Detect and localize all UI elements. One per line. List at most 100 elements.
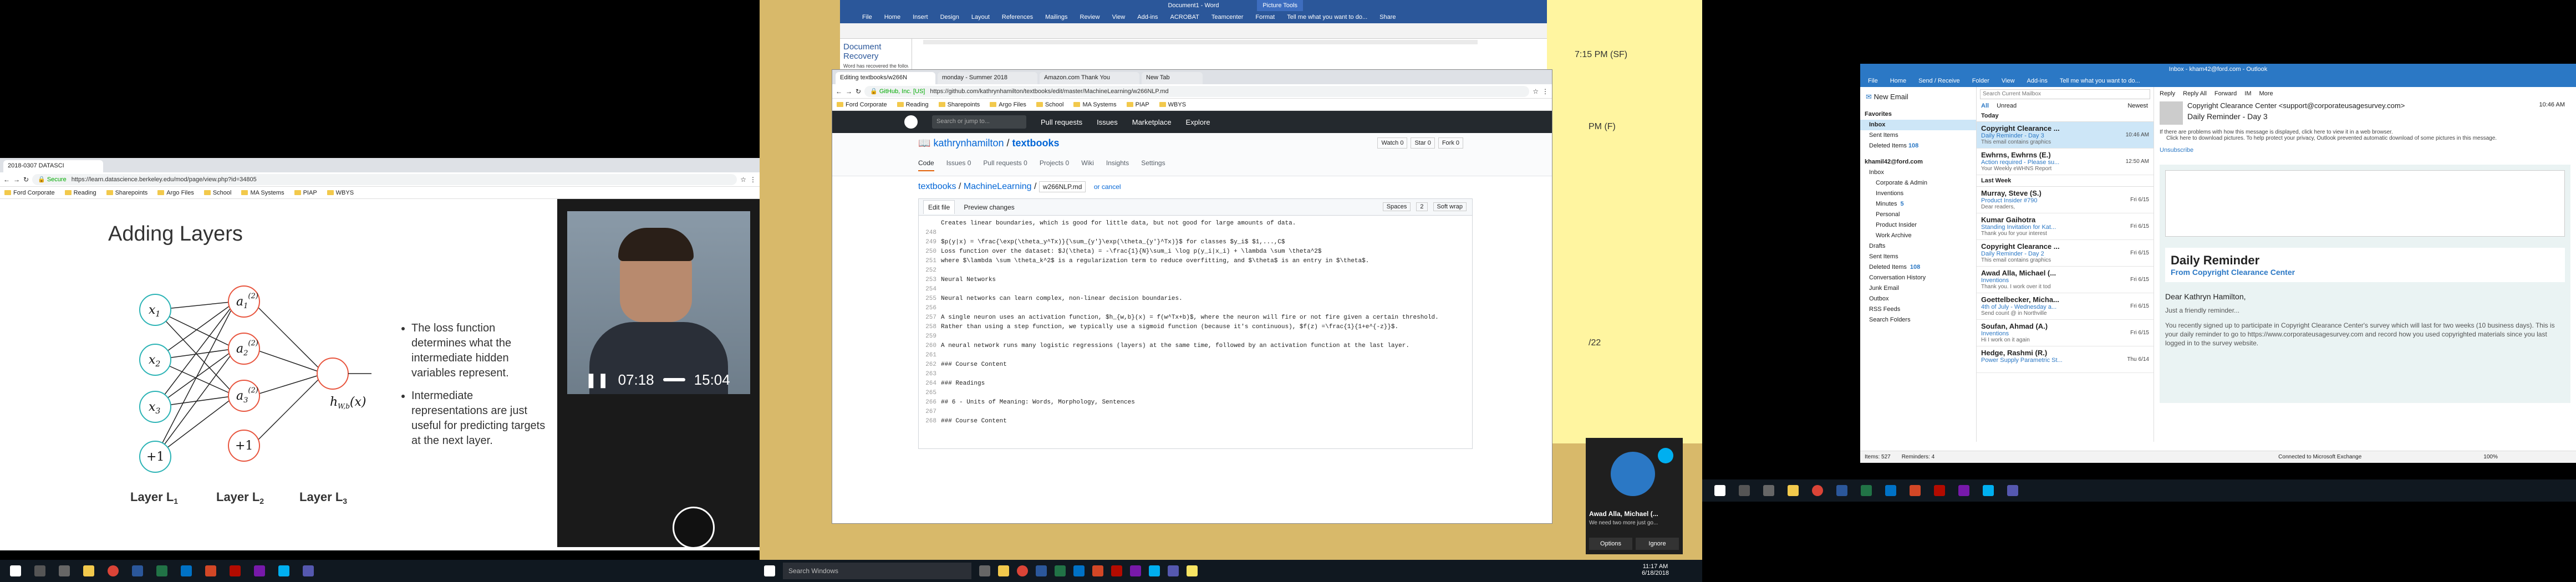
menu-icon[interactable]: ⋮ bbox=[750, 176, 756, 183]
bookmark[interactable]: PIAP bbox=[294, 190, 317, 196]
tab-amazon[interactable]: Amazon.com Thank You bbox=[1040, 72, 1139, 84]
code-line[interactable]: 256 bbox=[919, 304, 1472, 313]
search-icon[interactable] bbox=[34, 565, 45, 576]
watch-button[interactable]: Watch 0 bbox=[1377, 137, 1408, 149]
powerpoint-icon[interactable] bbox=[1910, 485, 1921, 496]
acrobat-icon[interactable] bbox=[230, 565, 241, 576]
tab-datasci[interactable]: 2018-0307 DATASCI bbox=[3, 160, 103, 172]
preview-tab[interactable]: Preview changes bbox=[964, 203, 1014, 211]
repo-tab-wiki[interactable]: Wiki bbox=[1081, 159, 1094, 171]
bookmark[interactable]: Reading bbox=[897, 101, 929, 108]
chrome-icon[interactable] bbox=[1017, 565, 1028, 576]
ribbon-tab[interactable]: Folder bbox=[1972, 78, 1989, 84]
nav-link[interactable]: Pull requests bbox=[1041, 118, 1082, 126]
im-button[interactable]: IM bbox=[2244, 90, 2251, 97]
code-line[interactable]: 261 bbox=[919, 351, 1472, 360]
bookmark[interactable]: MA Systems bbox=[1073, 101, 1117, 108]
unsubscribe-link[interactable]: Unsubscribe bbox=[2160, 147, 2570, 154]
ribbon-tab[interactable]: Design bbox=[940, 14, 959, 21]
code-line[interactable]: 260 A neural network runs many logistic r… bbox=[919, 341, 1472, 351]
bookmark[interactable]: PIAP bbox=[1126, 101, 1149, 108]
teams-icon[interactable] bbox=[2007, 485, 2018, 496]
system-clock[interactable]: 11:17 AM 6/18/2018 bbox=[1642, 563, 1669, 576]
search-input[interactable]: Search or jump to... bbox=[932, 115, 1026, 129]
menu-icon[interactable]: ⋮ bbox=[1542, 88, 1549, 95]
onenote-icon[interactable] bbox=[1958, 485, 1969, 496]
bookmark[interactable]: MA Systems bbox=[241, 190, 284, 196]
indent-mode-select[interactable]: Spaces bbox=[1382, 202, 1411, 211]
ribbon-tab[interactable]: Send / Receive bbox=[1918, 78, 1960, 84]
windows-icon[interactable] bbox=[1714, 485, 1725, 496]
ignore-button[interactable]: Ignore bbox=[1636, 538, 1679, 550]
forward-icon[interactable]: → bbox=[13, 176, 20, 183]
folder-item[interactable]: Product Insider bbox=[1860, 220, 1976, 231]
back-icon[interactable]: ← bbox=[836, 88, 842, 95]
folder-item[interactable]: Search Folders bbox=[1860, 315, 1976, 325]
edit-file-tab[interactable]: Edit file bbox=[923, 200, 955, 214]
reply-all-button[interactable]: Reply All bbox=[2183, 90, 2207, 97]
word-icon[interactable] bbox=[132, 565, 143, 576]
folder-item[interactable]: Junk Email bbox=[1860, 283, 1976, 294]
list-item[interactable]: Hedge, Rashmi (R.) Power Supply Parametri… bbox=[1977, 346, 2154, 373]
bookmark[interactable]: School bbox=[1036, 101, 1063, 108]
chat-icon[interactable] bbox=[673, 507, 715, 549]
taskbar-search[interactable]: Search Windows bbox=[783, 563, 971, 579]
code-line[interactable]: 248 bbox=[919, 228, 1472, 238]
list-item[interactable]: Murray, Steve (S.) Product Insider #790 De… bbox=[1977, 187, 2154, 213]
code-line[interactable]: 255 Neural networks can learn complex, no… bbox=[919, 294, 1472, 304]
ribbon-tab[interactable]: File bbox=[1868, 78, 1878, 84]
repo-name-link[interactable]: textbooks bbox=[1012, 137, 1060, 149]
star-button[interactable]: Star 0 bbox=[1411, 137, 1435, 149]
code-line[interactable]: 250 Loss function over the dataset: $J(\t… bbox=[919, 247, 1472, 257]
folder-item[interactable]: Sent Items bbox=[1860, 130, 1976, 141]
windows-icon[interactable] bbox=[10, 565, 21, 576]
code-line[interactable]: 263 bbox=[919, 370, 1472, 379]
code-line[interactable]: Creates linear boundaries, which is good… bbox=[919, 219, 1472, 228]
acrobat-icon[interactable] bbox=[1934, 485, 1945, 496]
folder-item[interactable]: Inbox bbox=[1860, 120, 1976, 130]
folder-item[interactable]: Personal bbox=[1860, 210, 1976, 220]
share-button[interactable]: Share bbox=[1379, 14, 1396, 21]
code-line[interactable]: 252 bbox=[919, 266, 1472, 275]
code-line[interactable]: 266 ## 6 - Units of Meaning: Words, Morph… bbox=[919, 398, 1472, 407]
star-icon[interactable]: ☆ bbox=[1533, 88, 1539, 95]
tab-github-edit[interactable]: Editing textbooks/w266N bbox=[836, 72, 935, 84]
folder-item[interactable]: Conversation History bbox=[1860, 273, 1976, 283]
teams-icon[interactable] bbox=[1168, 565, 1179, 576]
filename-input[interactable]: w266NLP.md bbox=[1038, 181, 1086, 192]
ribbon-tab[interactable]: Home bbox=[1890, 78, 1906, 84]
ribbon-tab[interactable]: Format bbox=[1255, 14, 1275, 21]
breadcrumb-link[interactable]: textbooks bbox=[918, 182, 956, 191]
bookmark[interactable]: Sharepoints bbox=[106, 190, 147, 196]
folder-item[interactable]: Inbox bbox=[1860, 167, 1976, 178]
url-field[interactable]: 🔒 GitHub, Inc. [US] https://github.com/k… bbox=[864, 85, 1530, 97]
excel-icon[interactable] bbox=[1861, 485, 1872, 496]
ribbon-tab[interactable]: Home bbox=[884, 14, 900, 21]
repo-owner-link[interactable]: kathrynhamilton bbox=[933, 137, 1004, 149]
volume-slider[interactable] bbox=[663, 378, 685, 381]
ribbon-tab[interactable]: Review bbox=[1080, 14, 1100, 21]
code-line[interactable]: 249 $p(y|x) = \frac{\exp(\theta_y^Tx)}{\s… bbox=[919, 238, 1472, 247]
reload-icon[interactable]: ↻ bbox=[856, 88, 861, 95]
bookmark[interactable]: Ford Corporate bbox=[4, 190, 55, 196]
code-line[interactable]: 259 bbox=[919, 332, 1472, 341]
code-line[interactable]: 253 Neural Networks bbox=[919, 275, 1472, 285]
ribbon-tab[interactable]: Add-ins bbox=[1137, 14, 1158, 21]
ribbon-tab[interactable]: Add-ins bbox=[2027, 78, 2048, 84]
account-header[interactable]: khamil42@ford.com bbox=[1860, 157, 1976, 167]
filter-unread[interactable]: Unread bbox=[1997, 103, 2017, 109]
code-line[interactable]: 265 bbox=[919, 389, 1472, 398]
taskview-icon[interactable] bbox=[1763, 485, 1774, 496]
sticky-notes-icon[interactable] bbox=[1187, 565, 1198, 576]
favorites-header[interactable]: Favorites bbox=[1860, 109, 1976, 120]
list-item[interactable]: Copyright Clearance ... Daily Reminder - … bbox=[1977, 240, 2154, 267]
onenote-icon[interactable] bbox=[254, 565, 265, 576]
tab-monday[interactable]: monday - Summer 2018 bbox=[938, 72, 1037, 84]
list-item[interactable]: Kumar Gaihotra Standing Invitation for Ka… bbox=[1977, 213, 2154, 240]
reload-icon[interactable]: ↻ bbox=[23, 176, 29, 183]
word-icon[interactable] bbox=[1836, 485, 1847, 496]
back-icon[interactable]: ← bbox=[3, 176, 10, 183]
repo-tab-insights[interactable]: Insights bbox=[1106, 159, 1129, 171]
list-item[interactable]: Goettelbecker, Micha... 4th of July - Wed… bbox=[1977, 293, 2154, 320]
chrome-icon[interactable] bbox=[1812, 485, 1823, 496]
